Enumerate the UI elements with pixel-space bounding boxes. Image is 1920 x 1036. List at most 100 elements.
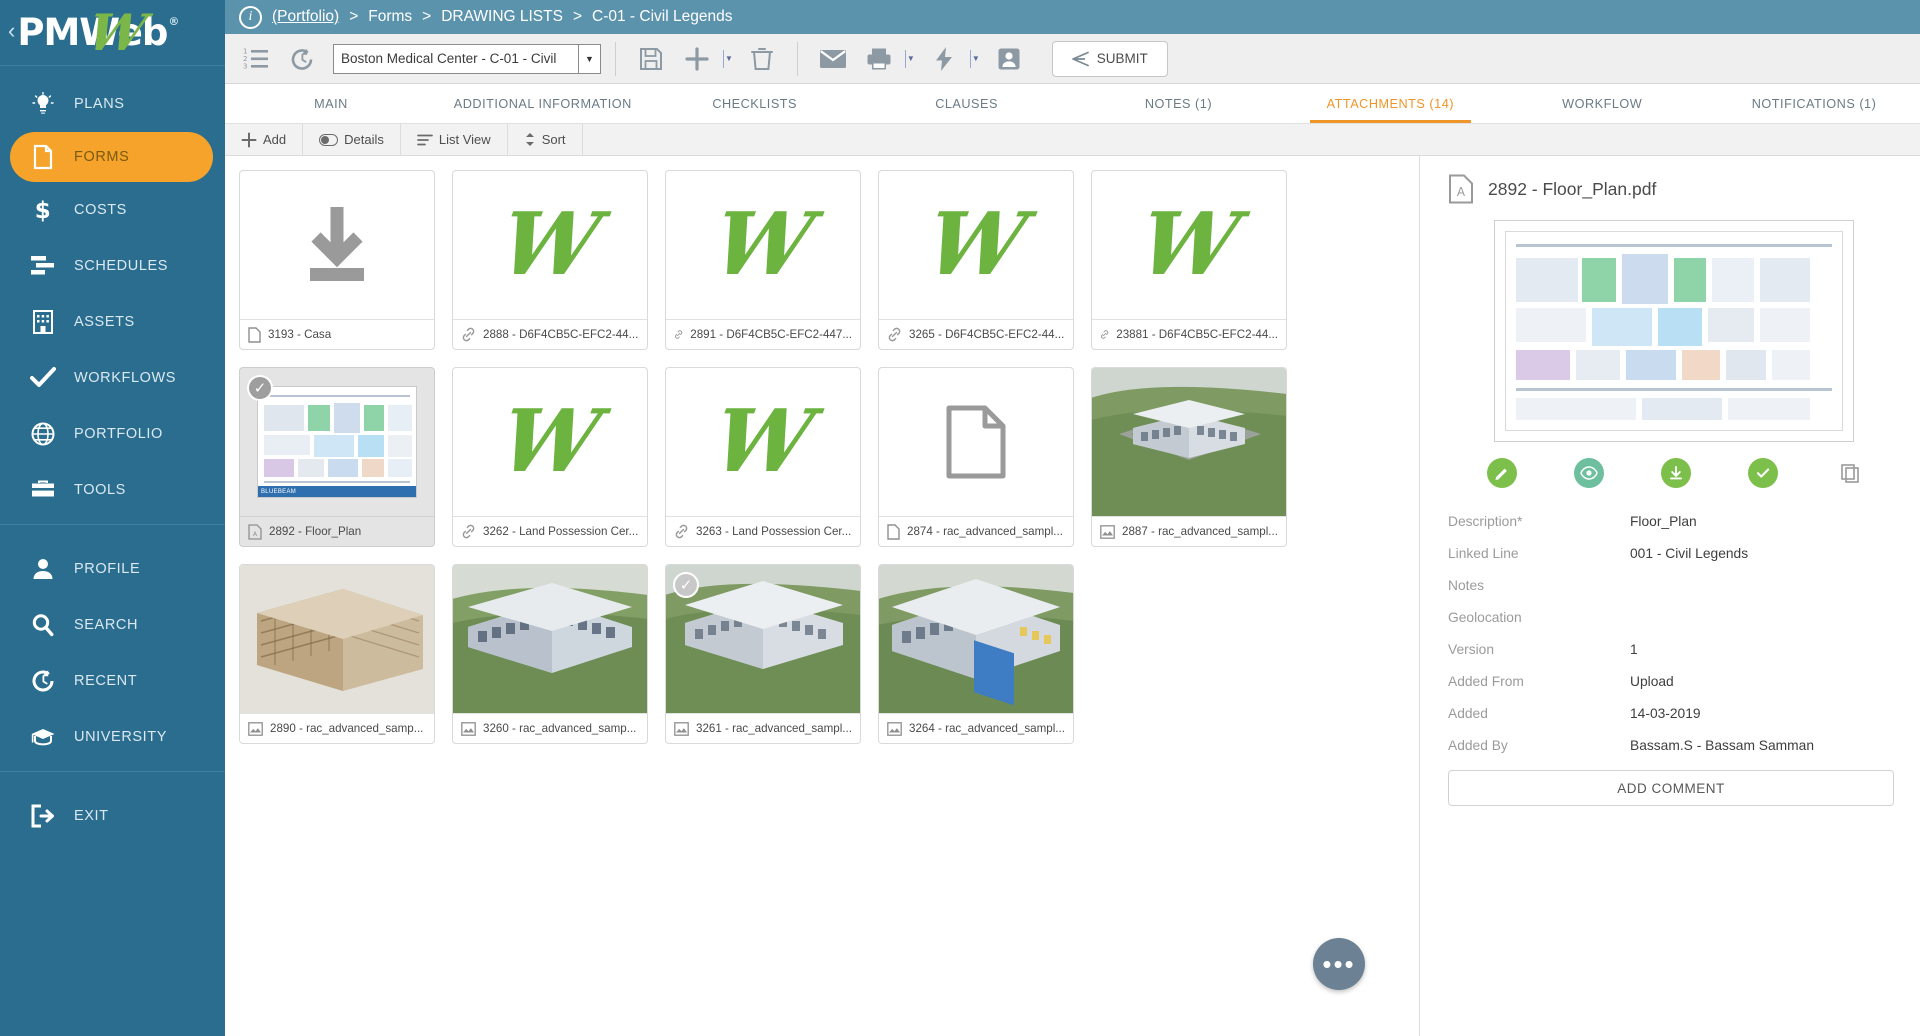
- tab-main[interactable]: MAIN: [225, 84, 437, 123]
- breadcrumb-separator: >: [422, 8, 432, 25]
- add-icon[interactable]: [676, 39, 718, 79]
- sidebar-item-tools[interactable]: TOOLS: [0, 462, 225, 518]
- attachment-card[interactable]: W 23881 - D6F4CB5C-EFC2-44...: [1091, 170, 1287, 350]
- attachment-caption: 2874 - rac_advanced_sampl...: [879, 516, 1073, 546]
- print-dropdown-chevron-icon[interactable]: ▼: [907, 54, 919, 63]
- attachments-grid-pane: 3193 - Casa W 2888 - D6F4CB5C-EFC2-44...: [225, 156, 1420, 1036]
- breadcrumb-item-drawing-lists[interactable]: DRAWING LISTS: [441, 8, 563, 26]
- globe-icon: [24, 419, 62, 449]
- checkmark-icon: [24, 363, 62, 393]
- submit-button[interactable]: SUBMIT: [1051, 40, 1168, 77]
- history-icon: [24, 666, 62, 696]
- attachment-name: 2890 - rac_advanced_samp...: [270, 722, 424, 735]
- tab-attachments[interactable]: ATTACHMENTS (14): [1284, 84, 1496, 123]
- delete-icon[interactable]: [741, 39, 783, 79]
- info-icon[interactable]: i: [239, 5, 262, 29]
- view-action-button[interactable]: [1545, 458, 1632, 488]
- attachment-thumbnail: [879, 565, 1073, 713]
- sidebar-item-costs[interactable]: $ COSTS: [0, 182, 225, 238]
- download-action-button[interactable]: [1632, 458, 1719, 488]
- sidebar-item-portfolio[interactable]: PORTFOLIO: [0, 406, 225, 462]
- add-comment-button[interactable]: ADD COMMENT: [1448, 770, 1894, 806]
- attachment-card[interactable]: W 2888 - D6F4CB5C-EFC2-44...: [452, 170, 648, 350]
- brand-logo[interactable]: ‹ PMWeb W ®: [0, 0, 225, 66]
- pdf-icon: A: [248, 523, 262, 540]
- chevron-down-icon[interactable]: ▼: [578, 44, 600, 73]
- project-select[interactable]: Boston Medical Center - C-01 - Civil ▼: [333, 43, 601, 74]
- attachment-thumbnail: [240, 565, 434, 713]
- print-icon[interactable]: [858, 39, 900, 79]
- attachment-card[interactable]: W 3263 - Land Possession Cer...: [665, 367, 861, 547]
- check-circle-icon: [1748, 458, 1779, 488]
- tab-clauses[interactable]: CLAUSES: [861, 84, 1073, 123]
- numbered-list-icon[interactable]: 123: [235, 39, 277, 79]
- sidebar-item-workflows[interactable]: WORKFLOWS: [0, 350, 225, 406]
- details-preview[interactable]: [1494, 220, 1854, 442]
- attachment-card[interactable]: 3193 - Casa: [239, 170, 435, 350]
- more-actions-fab[interactable]: •••: [1313, 938, 1365, 990]
- attachment-card[interactable]: W 2891 - D6F4CB5C-EFC2-447...: [665, 170, 861, 350]
- attachment-card[interactable]: 3260 - rac_advanced_samp...: [452, 564, 648, 744]
- tab-notifications[interactable]: NOTIFICATIONS (1): [1708, 84, 1920, 123]
- sidebar-item-university[interactable]: UNIVERSITY: [0, 709, 225, 765]
- toolbar-divider-2: [796, 41, 798, 76]
- attachment-card[interactable]: W 3262 - Land Possession Cer...: [452, 367, 648, 547]
- building-render-thumbnail: [453, 565, 647, 713]
- contact-icon[interactable]: [988, 39, 1030, 79]
- sidebar-item-schedules[interactable]: SCHEDULES: [0, 238, 225, 294]
- attachment-name: 2892 - Floor_Plan: [269, 525, 362, 538]
- attachment-name: 3261 - rac_advanced_sampl...: [696, 722, 852, 735]
- attachment-card[interactable]: 2890 - rac_advanced_samp...: [239, 564, 435, 744]
- floorplan-thumbnail: BLUEBEAM: [257, 386, 417, 498]
- add-dropdown-chevron-icon[interactable]: ▼: [725, 54, 737, 63]
- attachment-name: 2888 - D6F4CB5C-EFC2-44...: [483, 328, 639, 341]
- sidebar-item-search[interactable]: SEARCH: [0, 597, 225, 653]
- field-value: 001 - Civil Legends: [1630, 546, 1749, 561]
- add-attachment-label: Add: [263, 132, 287, 147]
- add-attachment-button[interactable]: Add: [225, 123, 304, 156]
- field-label: Added: [1448, 706, 1488, 721]
- top-toolbar: 123 Boston Medical Center - C-01 - Civil…: [225, 34, 1920, 84]
- attachment-card[interactable]: 2874 - rac_advanced_sampl...: [878, 367, 1074, 547]
- details-toggle[interactable]: Details: [303, 123, 401, 156]
- edit-action-button[interactable]: [1458, 458, 1545, 488]
- sidebar-item-exit[interactable]: EXIT: [0, 788, 225, 844]
- attachment-thumbnail: W: [453, 171, 647, 319]
- tab-additional-information[interactable]: ADDITIONAL INFORMATION: [437, 84, 649, 123]
- list-view-button[interactable]: List View: [401, 123, 508, 156]
- logo-pm-text: PM: [17, 11, 80, 54]
- attachment-card[interactable]: 3264 - rac_advanced_sampl...: [878, 564, 1074, 744]
- breadcrumb-separator: >: [349, 8, 359, 25]
- field-label: Linked Line: [1448, 546, 1519, 561]
- breadcrumb-item-portfolio[interactable]: (Portfolio): [272, 8, 339, 26]
- breadcrumb-item-forms[interactable]: Forms: [368, 8, 412, 26]
- attachment-card-selected[interactable]: ✓ BLUEBEAM A 2892 - Floor_Plan: [239, 367, 435, 547]
- sidebar-item-assets[interactable]: ASSETS: [0, 294, 225, 350]
- attachment-card[interactable]: W 3265 - D6F4CB5C-EFC2-44...: [878, 170, 1074, 350]
- sidebar-item-recent[interactable]: RECENT: [0, 653, 225, 709]
- tab-workflow[interactable]: WORKFLOW: [1496, 84, 1708, 123]
- svg-text:3: 3: [243, 62, 247, 70]
- attachment-thumbnail: [879, 368, 1073, 516]
- email-icon[interactable]: [812, 39, 854, 79]
- attachment-details-pane: A 2892 - Floor_Plan.pdf Description* Flo…: [1420, 156, 1920, 1036]
- attachment-card[interactable]: ✓ 3261 - rac_advanced_sampl...: [665, 564, 861, 744]
- save-icon[interactable]: [630, 39, 672, 79]
- sidebar-item-forms[interactable]: FORMS: [10, 132, 213, 182]
- history-revert-icon[interactable]: [281, 39, 323, 79]
- lightning-icon[interactable]: [923, 39, 965, 79]
- lightning-dropdown-chevron-icon[interactable]: ▼: [972, 54, 984, 63]
- tab-checklists[interactable]: CHECKLISTS: [649, 84, 861, 123]
- sidebar-collapse-icon[interactable]: ‹: [8, 18, 15, 44]
- download-icon: [310, 207, 364, 281]
- attachment-card[interactable]: 2887 - rac_advanced_sampl...: [1091, 367, 1287, 547]
- sidebar-item-plans[interactable]: PLANS: [0, 76, 225, 132]
- left-sidebar: ‹ PMWeb W ® PLANS FORMS $ COSTS SCHEDULE…: [0, 0, 225, 1036]
- field-value: 1: [1630, 642, 1638, 657]
- sort-button[interactable]: Sort: [508, 123, 583, 156]
- sidebar-item-profile[interactable]: PROFILE: [0, 541, 225, 597]
- approve-action-button[interactable]: [1720, 458, 1807, 488]
- tab-notes[interactable]: NOTES (1): [1073, 84, 1285, 123]
- copy-action-button[interactable]: [1807, 458, 1894, 488]
- attachment-caption: 2891 - D6F4CB5C-EFC2-447...: [666, 319, 860, 349]
